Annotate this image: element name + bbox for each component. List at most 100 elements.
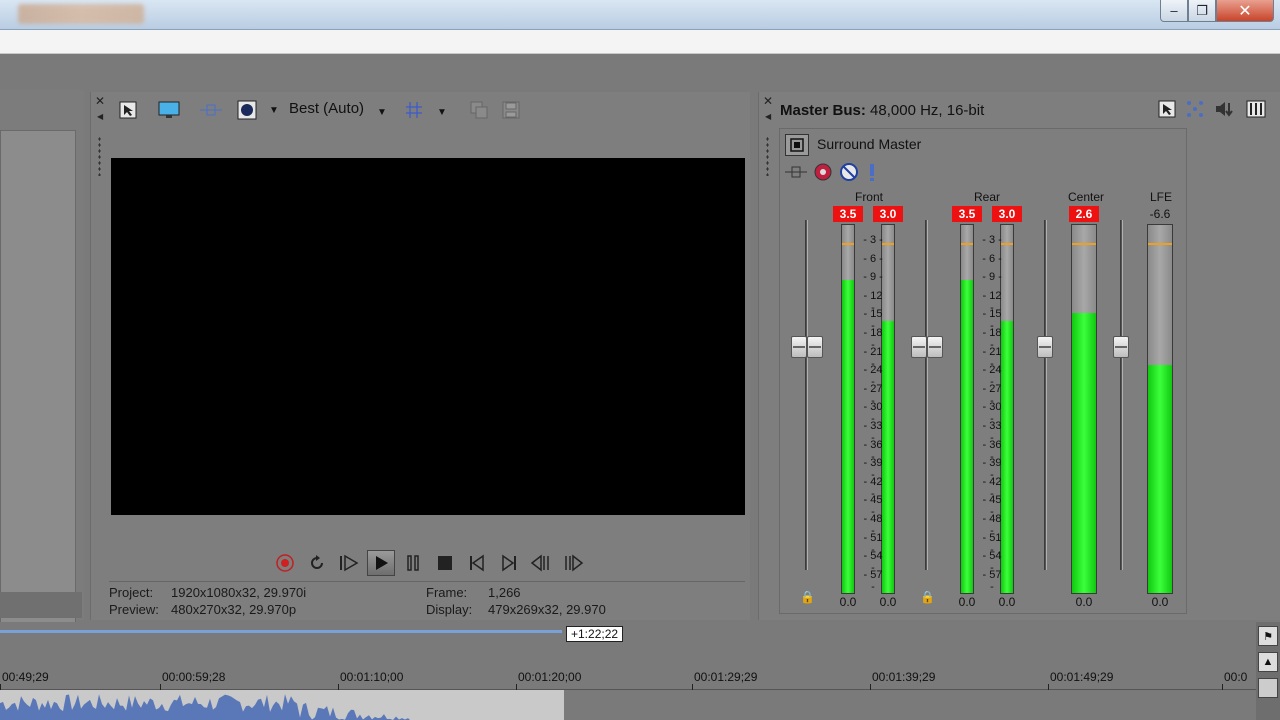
preview-quality-select[interactable]: Best (Auto) bbox=[289, 100, 364, 117]
marker-flag-icon[interactable]: ⚑ bbox=[1258, 626, 1278, 646]
previous-frame-button[interactable] bbox=[527, 550, 555, 576]
left-panel-footer bbox=[0, 592, 82, 618]
properties-icon[interactable] bbox=[1158, 100, 1176, 118]
go-to-start-button[interactable] bbox=[463, 550, 491, 576]
grid-icon bbox=[406, 102, 422, 118]
meter-level-lfe bbox=[1148, 364, 1172, 593]
left-docked-panel bbox=[0, 90, 84, 648]
envelope-icon[interactable] bbox=[865, 162, 879, 182]
time-ruler[interactable]: 00:49;29 00:00:59;28 00:01:10;00 00:01:20;0… bbox=[0, 666, 1256, 690]
meter-scale-rear-tick: - 3 - bbox=[982, 234, 1002, 246]
quality-dropdown-icon[interactable]: ▼ bbox=[375, 100, 389, 124]
timeline-vertical-scrollbar[interactable]: ⚑ ▲ bbox=[1256, 622, 1280, 720]
surround-master-toggle[interactable] bbox=[785, 134, 809, 156]
grid-button[interactable] bbox=[403, 98, 425, 122]
peak-hold-front_l bbox=[842, 243, 854, 245]
mixer-icon[interactable] bbox=[1246, 100, 1266, 118]
ruler-tick bbox=[692, 684, 693, 690]
stop-button[interactable] bbox=[431, 550, 459, 576]
play-button[interactable] bbox=[367, 550, 395, 576]
surround-icon bbox=[790, 138, 804, 152]
peak-front_l[interactable]: 3.5 bbox=[833, 206, 863, 222]
fader-rear-knob-left[interactable] bbox=[911, 336, 927, 358]
bypass-icon[interactable] bbox=[839, 162, 859, 182]
fader-lfe-track[interactable] bbox=[1120, 220, 1123, 570]
copy-snapshot-button[interactable] bbox=[467, 98, 491, 122]
fader-rear-lock-icon[interactable]: 🔒 bbox=[920, 590, 935, 604]
fader-front-knob-right[interactable] bbox=[807, 336, 823, 358]
properties-icon bbox=[119, 101, 137, 119]
downmix-icon[interactable] bbox=[1186, 100, 1204, 118]
overlays-dropdown-icon[interactable]: ▼ bbox=[267, 98, 281, 122]
fader-center-track[interactable] bbox=[1044, 220, 1047, 570]
preview-properties-button[interactable] bbox=[117, 98, 139, 122]
channel-label-center: Center bbox=[1067, 190, 1105, 204]
transport-controls bbox=[271, 550, 587, 576]
ruler-tick-label: 00:0 bbox=[1224, 670, 1248, 684]
meter-value-front_l: 0.0 bbox=[839, 595, 857, 609]
fx-gear-icon[interactable] bbox=[813, 162, 833, 182]
pause-button[interactable] bbox=[399, 550, 427, 576]
fader-rear-knob-right[interactable] bbox=[927, 336, 943, 358]
ruler-tick-label: 00:01:20;00 bbox=[518, 670, 582, 684]
minimize-button[interactable]: – bbox=[1160, 0, 1188, 22]
meter-value-rear_l: 0.0 bbox=[958, 595, 976, 609]
scroll-thumb[interactable] bbox=[1258, 678, 1278, 698]
meter-scale-front-tick: - 9 - bbox=[863, 271, 883, 284]
fader-center-knob[interactable] bbox=[1037, 336, 1053, 358]
channel-label-rear: Rear bbox=[973, 190, 1000, 204]
scroll-up-icon[interactable]: ▲ bbox=[1258, 652, 1278, 672]
fader-front-lock-icon[interactable]: 🔒 bbox=[800, 590, 815, 604]
display-info: Display: 479x269x32, 29.970 bbox=[426, 602, 606, 617]
peak-rear_r[interactable]: 3.0 bbox=[992, 206, 1022, 222]
maximize-button[interactable]: ❐ bbox=[1188, 0, 1216, 22]
project-value: 1920x1080x32, 29.970i bbox=[171, 585, 307, 600]
play-from-start-icon bbox=[340, 554, 359, 572]
peak-lfe[interactable]: -6.6 bbox=[1145, 206, 1175, 222]
ruler-tick-label: 00:01:39;29 bbox=[872, 670, 936, 684]
meter-value-center: 0.0 bbox=[1075, 595, 1093, 609]
loop-region-bar[interactable] bbox=[0, 630, 562, 633]
dock-grip[interactable] bbox=[766, 136, 769, 176]
fader-front-knob-left[interactable] bbox=[791, 336, 807, 358]
grid-dropdown-icon[interactable]: ▼ bbox=[435, 100, 449, 124]
split-screen-button[interactable] bbox=[199, 98, 223, 122]
close-icon[interactable]: ✕ bbox=[763, 94, 773, 108]
loop-playback-button[interactable] bbox=[303, 550, 331, 576]
collapse-arrow-icon[interactable]: ◀ bbox=[765, 112, 771, 121]
ruler-tick-label: 00:01:29;29 bbox=[694, 670, 758, 684]
overlays-button[interactable] bbox=[235, 98, 259, 122]
peak-hold-lfe bbox=[1148, 243, 1172, 245]
speaker-mute-icon[interactable] bbox=[1214, 100, 1236, 118]
meter-level-center bbox=[1072, 313, 1096, 593]
peak-center[interactable]: 2.6 bbox=[1069, 206, 1099, 222]
play-from-start-button[interactable] bbox=[335, 550, 363, 576]
go-to-start-icon bbox=[470, 554, 484, 572]
go-to-end-button[interactable] bbox=[495, 550, 523, 576]
record-button[interactable] bbox=[271, 550, 299, 576]
peak-front_r[interactable]: 3.0 bbox=[873, 206, 903, 222]
fader-front-track[interactable] bbox=[805, 220, 808, 570]
display-label: Display: bbox=[426, 602, 473, 617]
close-button[interactable]: ✕ bbox=[1216, 0, 1274, 22]
project-label: Project: bbox=[109, 585, 154, 600]
video-preview-panel: ✕ ◀ ▼ Best (Auto) ▼ ▼ Project: 1920x1080… bbox=[90, 92, 750, 620]
waveform-graphic bbox=[0, 694, 410, 720]
meter-level-rear_l bbox=[961, 280, 973, 593]
peak-hold-rear_l bbox=[961, 243, 973, 245]
save-snapshot-button[interactable] bbox=[499, 98, 523, 122]
time-marker[interactable]: +1:22;22 bbox=[566, 626, 624, 642]
collapse-arrow-icon[interactable]: ◀ bbox=[97, 112, 103, 121]
fader-lfe-knob[interactable] bbox=[1113, 336, 1129, 358]
ruler-tick-label: 00:01:10;00 bbox=[340, 670, 404, 684]
insert-fx-icon[interactable] bbox=[785, 164, 807, 180]
next-frame-button[interactable] bbox=[559, 550, 587, 576]
close-icon[interactable]: ✕ bbox=[95, 94, 105, 108]
split-screen-icon bbox=[200, 104, 222, 116]
surround-fx-icons bbox=[785, 162, 879, 182]
fader-rear-track[interactable] bbox=[925, 220, 928, 570]
dock-grip[interactable] bbox=[98, 136, 101, 176]
external-monitor-button[interactable] bbox=[157, 98, 181, 122]
audio-waveform[interactable] bbox=[0, 690, 564, 720]
peak-rear_l[interactable]: 3.5 bbox=[952, 206, 982, 222]
